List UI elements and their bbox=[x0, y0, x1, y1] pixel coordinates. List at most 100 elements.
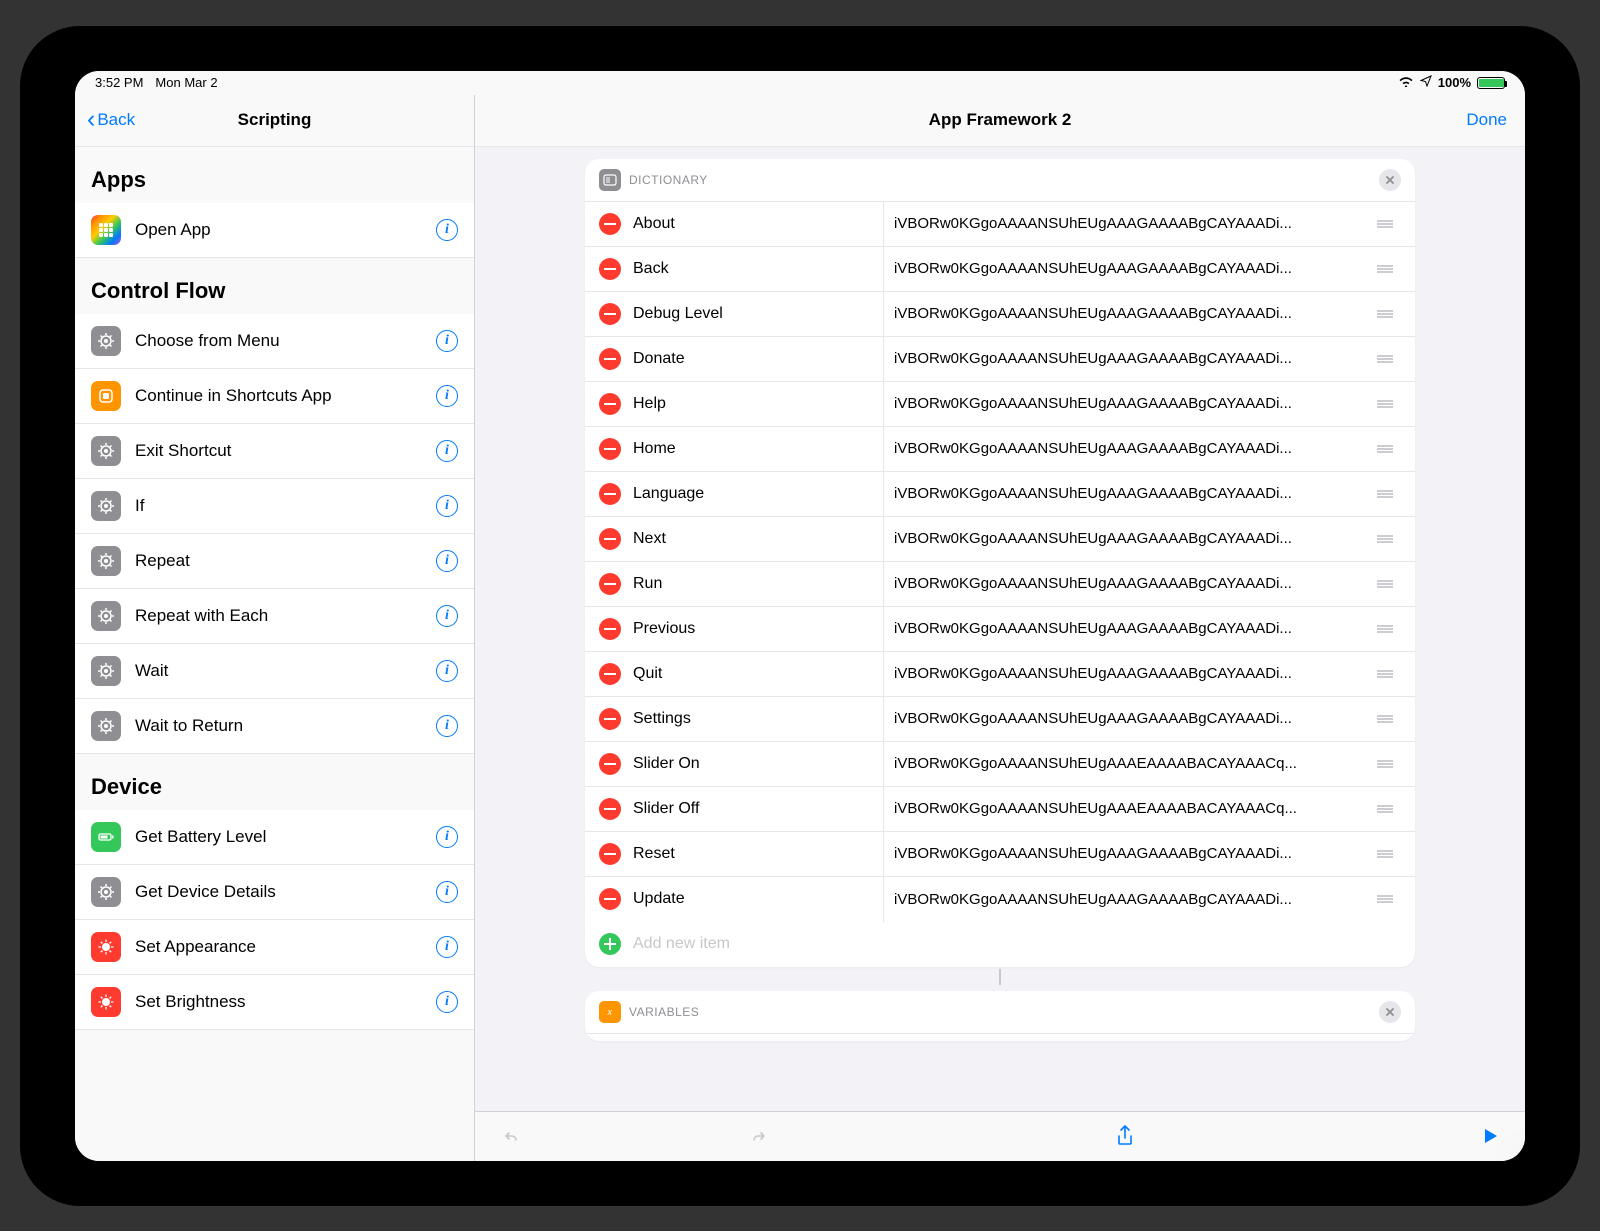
dictionary-value[interactable]: iVBORw0KGgoAAAANSUhEUgAAAGAAAABgCAYAAADi… bbox=[883, 382, 1375, 426]
dictionary-key[interactable]: Slider Off bbox=[633, 800, 883, 818]
remove-row-button[interactable] bbox=[599, 438, 621, 460]
dictionary-key[interactable]: Back bbox=[633, 260, 883, 278]
drag-handle-icon[interactable] bbox=[1375, 218, 1403, 230]
sidebar-item-exit-shortcut[interactable]: Exit Shortcuti bbox=[75, 424, 474, 479]
sidebar-item-wait-return[interactable]: Wait to Returni bbox=[75, 699, 474, 754]
dictionary-value[interactable]: iVBORw0KGgoAAAANSUhEUgAAAEAAAABACAYAAACq… bbox=[883, 787, 1375, 831]
dictionary-key[interactable]: About bbox=[633, 215, 883, 233]
remove-row-button[interactable] bbox=[599, 618, 621, 640]
remove-row-button[interactable] bbox=[599, 573, 621, 595]
dictionary-key[interactable]: Previous bbox=[633, 620, 883, 638]
undo-button[interactable] bbox=[495, 1121, 525, 1151]
remove-action-button[interactable] bbox=[1379, 169, 1401, 191]
remove-row-button[interactable] bbox=[599, 348, 621, 370]
dictionary-key[interactable]: Home bbox=[633, 440, 883, 458]
dictionary-key[interactable]: Language bbox=[633, 485, 883, 503]
add-item-button[interactable] bbox=[599, 933, 621, 955]
remove-row-button[interactable] bbox=[599, 483, 621, 505]
sidebar-item-get-device-details[interactable]: Get Device Detailsi bbox=[75, 865, 474, 920]
drag-handle-icon[interactable] bbox=[1375, 533, 1403, 545]
sidebar-item-if[interactable]: Ifi bbox=[75, 479, 474, 534]
dictionary-value[interactable]: iVBORw0KGgoAAAANSUhEUgAAAGAAAABgCAYAAADi… bbox=[883, 562, 1375, 606]
remove-row-button[interactable] bbox=[599, 528, 621, 550]
dictionary-key[interactable]: Slider On bbox=[633, 755, 883, 773]
remove-row-button[interactable] bbox=[599, 258, 621, 280]
sidebar-item-open-app[interactable]: Open Appi bbox=[75, 203, 474, 258]
sidebar-item-continue-shortcuts[interactable]: Continue in Shortcuts Appi bbox=[75, 369, 474, 424]
dictionary-value[interactable]: iVBORw0KGgoAAAANSUhEUgAAAGAAAABgCAYAAADi… bbox=[883, 832, 1375, 876]
remove-row-button[interactable] bbox=[599, 798, 621, 820]
drag-handle-icon[interactable] bbox=[1375, 353, 1403, 365]
dictionary-value[interactable]: iVBORw0KGgoAAAANSUhEUgAAAGAAAABgCAYAAADi… bbox=[883, 247, 1375, 291]
drag-handle-icon[interactable] bbox=[1375, 893, 1403, 905]
remove-row-button[interactable] bbox=[599, 708, 621, 730]
dictionary-key[interactable]: Settings bbox=[633, 710, 883, 728]
dictionary-value[interactable]: iVBORw0KGgoAAAANSUhEUgAAAGAAAABgCAYAAADi… bbox=[883, 202, 1375, 246]
sidebar-item-get-battery[interactable]: Get Battery Leveli bbox=[75, 810, 474, 865]
drag-handle-icon[interactable] bbox=[1375, 803, 1403, 815]
remove-row-button[interactable] bbox=[599, 393, 621, 415]
remove-row-button[interactable] bbox=[599, 303, 621, 325]
drag-handle-icon[interactable] bbox=[1375, 623, 1403, 635]
dictionary-key[interactable]: Help bbox=[633, 395, 883, 413]
dictionary-value[interactable]: iVBORw0KGgoAAAANSUhEUgAAAGAAAABgCAYAAADi… bbox=[883, 607, 1375, 651]
info-button[interactable]: i bbox=[436, 991, 458, 1013]
dictionary-key[interactable]: Debug Level bbox=[633, 305, 883, 323]
dictionary-value[interactable]: iVBORw0KGgoAAAANSUhEUgAAAGAAAABgCAYAAADi… bbox=[883, 697, 1375, 741]
drag-handle-icon[interactable] bbox=[1375, 308, 1403, 320]
sidebar-item-wait[interactable]: Waiti bbox=[75, 644, 474, 699]
share-button[interactable] bbox=[1110, 1121, 1140, 1151]
info-button[interactable]: i bbox=[436, 936, 458, 958]
info-button[interactable]: i bbox=[436, 715, 458, 737]
dictionary-value[interactable]: iVBORw0KGgoAAAANSUhEUgAAAGAAAABgCAYAAADi… bbox=[883, 472, 1375, 516]
dictionary-key[interactable]: Next bbox=[633, 530, 883, 548]
add-item-placeholder[interactable]: Add new item bbox=[633, 935, 730, 953]
info-button[interactable]: i bbox=[436, 440, 458, 462]
remove-row-button[interactable] bbox=[599, 753, 621, 775]
sidebar-item-repeat-each[interactable]: Repeat with Eachi bbox=[75, 589, 474, 644]
info-button[interactable]: i bbox=[436, 660, 458, 682]
dictionary-value[interactable]: iVBORw0KGgoAAAANSUhEUgAAAGAAAABgCAYAAADi… bbox=[883, 337, 1375, 381]
remove-row-button[interactable] bbox=[599, 213, 621, 235]
run-button[interactable] bbox=[1475, 1121, 1505, 1151]
dictionary-key[interactable]: Reset bbox=[633, 845, 883, 863]
dictionary-key[interactable]: Update bbox=[633, 890, 883, 908]
info-button[interactable]: i bbox=[436, 605, 458, 627]
drag-handle-icon[interactable] bbox=[1375, 758, 1403, 770]
remove-row-button[interactable] bbox=[599, 663, 621, 685]
info-button[interactable]: i bbox=[436, 330, 458, 352]
sidebar-item-set-brightness[interactable]: Set Brightnessi bbox=[75, 975, 474, 1030]
info-button[interactable]: i bbox=[436, 385, 458, 407]
dictionary-value[interactable]: iVBORw0KGgoAAAANSUhEUgAAAEAAAABACAYAAACq… bbox=[883, 742, 1375, 786]
info-button[interactable]: i bbox=[436, 881, 458, 903]
dictionary-key[interactable]: Donate bbox=[633, 350, 883, 368]
done-button[interactable]: Done bbox=[1466, 110, 1507, 130]
info-button[interactable]: i bbox=[436, 550, 458, 572]
back-button[interactable]: ‹ Back bbox=[87, 110, 135, 130]
dictionary-value[interactable]: iVBORw0KGgoAAAANSUhEUgAAAGAAAABgCAYAAADi… bbox=[883, 292, 1375, 336]
remove-action-button[interactable] bbox=[1379, 1001, 1401, 1023]
remove-row-button[interactable] bbox=[599, 888, 621, 910]
remove-row-button[interactable] bbox=[599, 843, 621, 865]
drag-handle-icon[interactable] bbox=[1375, 668, 1403, 680]
info-button[interactable]: i bbox=[436, 495, 458, 517]
drag-handle-icon[interactable] bbox=[1375, 443, 1403, 455]
drag-handle-icon[interactable] bbox=[1375, 398, 1403, 410]
drag-handle-icon[interactable] bbox=[1375, 578, 1403, 590]
info-button[interactable]: i bbox=[436, 219, 458, 241]
dictionary-value[interactable]: iVBORw0KGgoAAAANSUhEUgAAAGAAAABgCAYAAADi… bbox=[883, 517, 1375, 561]
drag-handle-icon[interactable] bbox=[1375, 263, 1403, 275]
dictionary-value[interactable]: iVBORw0KGgoAAAANSUhEUgAAAGAAAABgCAYAAADi… bbox=[883, 877, 1375, 922]
drag-handle-icon[interactable] bbox=[1375, 488, 1403, 500]
dictionary-value[interactable]: iVBORw0KGgoAAAANSUhEUgAAAGAAAABgCAYAAADi… bbox=[883, 652, 1375, 696]
dictionary-key[interactable]: Run bbox=[633, 575, 883, 593]
dictionary-value[interactable]: iVBORw0KGgoAAAANSUhEUgAAAGAAAABgCAYAAADi… bbox=[883, 427, 1375, 471]
sidebar-item-repeat[interactable]: Repeati bbox=[75, 534, 474, 589]
dictionary-key[interactable]: Quit bbox=[633, 665, 883, 683]
drag-handle-icon[interactable] bbox=[1375, 713, 1403, 725]
drag-handle-icon[interactable] bbox=[1375, 848, 1403, 860]
sidebar-item-choose-from-menu[interactable]: Choose from Menui bbox=[75, 314, 474, 369]
sidebar-item-set-appearance[interactable]: Set Appearancei bbox=[75, 920, 474, 975]
info-button[interactable]: i bbox=[436, 826, 458, 848]
redo-button[interactable] bbox=[745, 1121, 775, 1151]
